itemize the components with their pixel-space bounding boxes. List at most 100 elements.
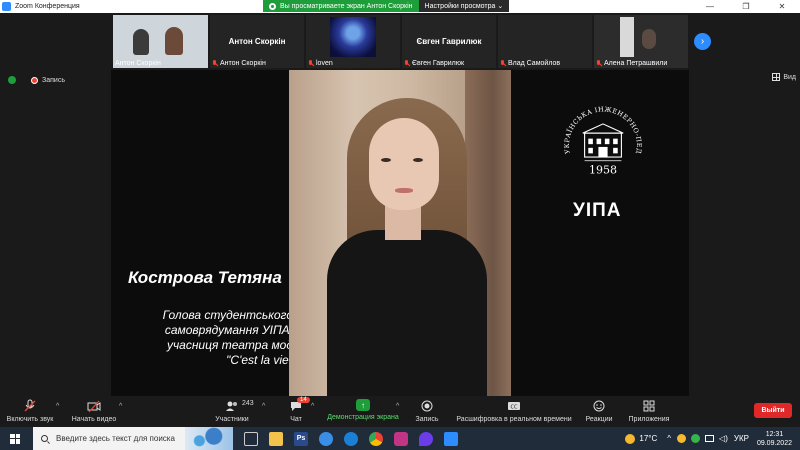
search-placeholder: Введите здесь текст для поиска (56, 434, 175, 443)
mic-muted-icon (23, 399, 37, 413)
participant-name: Антон Скоркін (115, 60, 161, 67)
face-shape (369, 118, 439, 210)
record-circle-icon (420, 399, 434, 413)
zoom-window: Zoom Конференция — ❐ ✕ Вы просматриваете… (0, 0, 800, 450)
unmute-label: Включить звук (6, 416, 54, 423)
share-options-chevron-icon[interactable]: ^ (396, 403, 399, 410)
system-tray: 17°C ^ ◁) УКР 12:31 09.09.2022 (625, 427, 800, 450)
mic-off-icon (596, 60, 602, 67)
participants-strip: Антон Скоркін Антон Скоркін Антон Скоркі… (0, 13, 800, 69)
shared-screen: Кострова Тетяна Голова студентського сам… (111, 70, 689, 396)
video-off-icon (87, 399, 101, 413)
edge-icon[interactable] (344, 431, 358, 446)
view-button[interactable]: Вид (772, 73, 796, 81)
app-icon[interactable] (419, 431, 433, 446)
speaker-video (289, 70, 511, 396)
minimize-button[interactable]: — (692, 0, 728, 13)
shield-icon[interactable] (8, 76, 16, 84)
chat-options-chevron-icon[interactable]: ^ (311, 403, 314, 410)
network-icon[interactable] (705, 435, 715, 442)
live-transcript-label: Расшифровка в реальном времени (456, 416, 572, 423)
participant-tile[interactable]: Антон Скоркін (113, 15, 208, 68)
weather-temp[interactable]: 17°C (639, 434, 657, 443)
apps-button[interactable]: Приложения (626, 397, 672, 427)
next-page-button[interactable]: › (694, 33, 711, 50)
photoshop-icon[interactable]: Ps (294, 431, 308, 446)
view-options-button[interactable]: Настройки просмотра ⌄ (418, 0, 510, 12)
logo-abbreviation: УІПА (573, 200, 622, 221)
academy-logo: УКРАЇНСЬКА ІНЖЕНЕРНО-ПЕДАГОГІЧНА АКАДЕМІ… (557, 100, 643, 177)
reactions-button[interactable]: Реакции (584, 397, 614, 427)
mic-off-icon (404, 60, 410, 67)
record-status[interactable]: Запись (42, 77, 65, 84)
zoom-taskbar-icon[interactable] (444, 431, 458, 446)
logo-arc-text: УКРАЇНСЬКА ІНЖЕНЕРНО-ПЕДАГОГІЧНА АКАДЕМІ… (557, 100, 643, 155)
audio-options-chevron-icon[interactable]: ^ (56, 403, 59, 410)
participants-count: 243 (242, 400, 254, 407)
participant-tile[interactable]: Антон Скоркін Антон Скоркін (210, 15, 304, 68)
search-icon (41, 435, 48, 442)
tray-chevron-icon[interactable]: ^ (667, 434, 671, 443)
reactions-label: Реакции (585, 416, 613, 423)
participant-tile[interactable]: Євген Гаврилюк Євген Гаврилюк (402, 15, 496, 68)
svg-text:УКРАЇНСЬКА ІНЖЕНЕРНО-ПЕДАГОГІЧ: УКРАЇНСЬКА ІНЖЕНЕРНО-ПЕДАГОГІЧНА АКАДЕМІ… (557, 100, 643, 155)
share-banner: Вы просматриваете экран Антон Скоркін На… (263, 0, 510, 12)
participants-options-chevron-icon[interactable]: ^ (262, 403, 265, 410)
participant-name: loven (308, 60, 333, 67)
maximize-button[interactable]: ❐ (728, 0, 764, 13)
taskbar-search[interactable]: Введите здесь текст для поиска (33, 427, 233, 450)
language-indicator[interactable]: УКР (734, 434, 749, 443)
app-icon[interactable] (394, 431, 408, 446)
volume-icon[interactable]: ◁) (719, 434, 728, 443)
participant-avatar-image (330, 17, 376, 57)
start-video-label: Начать видео (71, 416, 117, 423)
participant-name: Алена Петрашвили (596, 60, 667, 67)
person-description: Голова студентського самоврядумання УІПА… (128, 308, 293, 368)
close-button[interactable]: ✕ (764, 0, 800, 13)
windows-start-icon[interactable] (10, 433, 20, 444)
window-title: Zoom Конференция (15, 3, 80, 10)
svg-text:CC: CC (511, 405, 518, 411)
video-options-chevron-icon[interactable]: ^ (119, 403, 122, 410)
tray-app-icon[interactable] (691, 434, 701, 443)
chevron-right-icon: › (700, 36, 705, 47)
logo-year: 1958 (589, 164, 617, 177)
video-person-shape (642, 29, 656, 49)
mic-off-icon (212, 60, 218, 67)
chrome-icon[interactable] (369, 431, 383, 446)
zoom-logo-icon (2, 2, 11, 11)
file-explorer-icon[interactable] (269, 431, 283, 446)
video-window-shape (620, 17, 634, 57)
task-view-icon[interactable] (244, 431, 258, 446)
clock-time: 12:31 (765, 430, 784, 438)
closed-caption-icon: CC (507, 399, 521, 413)
grid-icon (772, 73, 781, 81)
participant-tile[interactable]: loven (306, 15, 400, 68)
participant-tile[interactable]: Влад Самойлов (498, 15, 592, 68)
start-video-button[interactable]: Начать видео (70, 397, 118, 427)
chat-icon: 14 (289, 397, 310, 413)
participant-tile[interactable]: Алена Петрашвили (594, 15, 688, 68)
leave-meeting-button[interactable]: Выйти (754, 403, 792, 418)
record-button[interactable]: Запись (412, 397, 442, 427)
participant-name: Євген Гаврилюк (404, 60, 464, 67)
tray-app-icon[interactable] (677, 434, 687, 443)
chat-label: Чат (290, 416, 302, 423)
eye-shape (413, 158, 423, 162)
app-icon[interactable] (319, 431, 333, 446)
eye-shape (381, 158, 391, 162)
participants-label: Участники (215, 416, 249, 423)
chat-button[interactable]: 14 Чат (284, 397, 310, 427)
participants-icon (225, 399, 239, 413)
unmute-button[interactable]: Включить звук (4, 397, 56, 427)
meeting-toolbar: Включить звук ^ Начать видео ^ Участники… (0, 397, 800, 427)
clock-date: 09.09.2022 (756, 439, 792, 447)
clock[interactable]: 12:31 09.09.2022 (757, 430, 792, 448)
lips-shape (395, 188, 413, 193)
body-shape (327, 230, 487, 396)
live-transcript-button[interactable]: CC Расшифровка в реальном времени (452, 397, 576, 427)
share-screen-button[interactable]: ↑ Демонстрация экрана (326, 397, 400, 427)
person-desc-line: Голова студентського (162, 308, 293, 322)
mic-off-icon (308, 60, 314, 67)
participant-name: Антон Скоркін (212, 60, 266, 67)
